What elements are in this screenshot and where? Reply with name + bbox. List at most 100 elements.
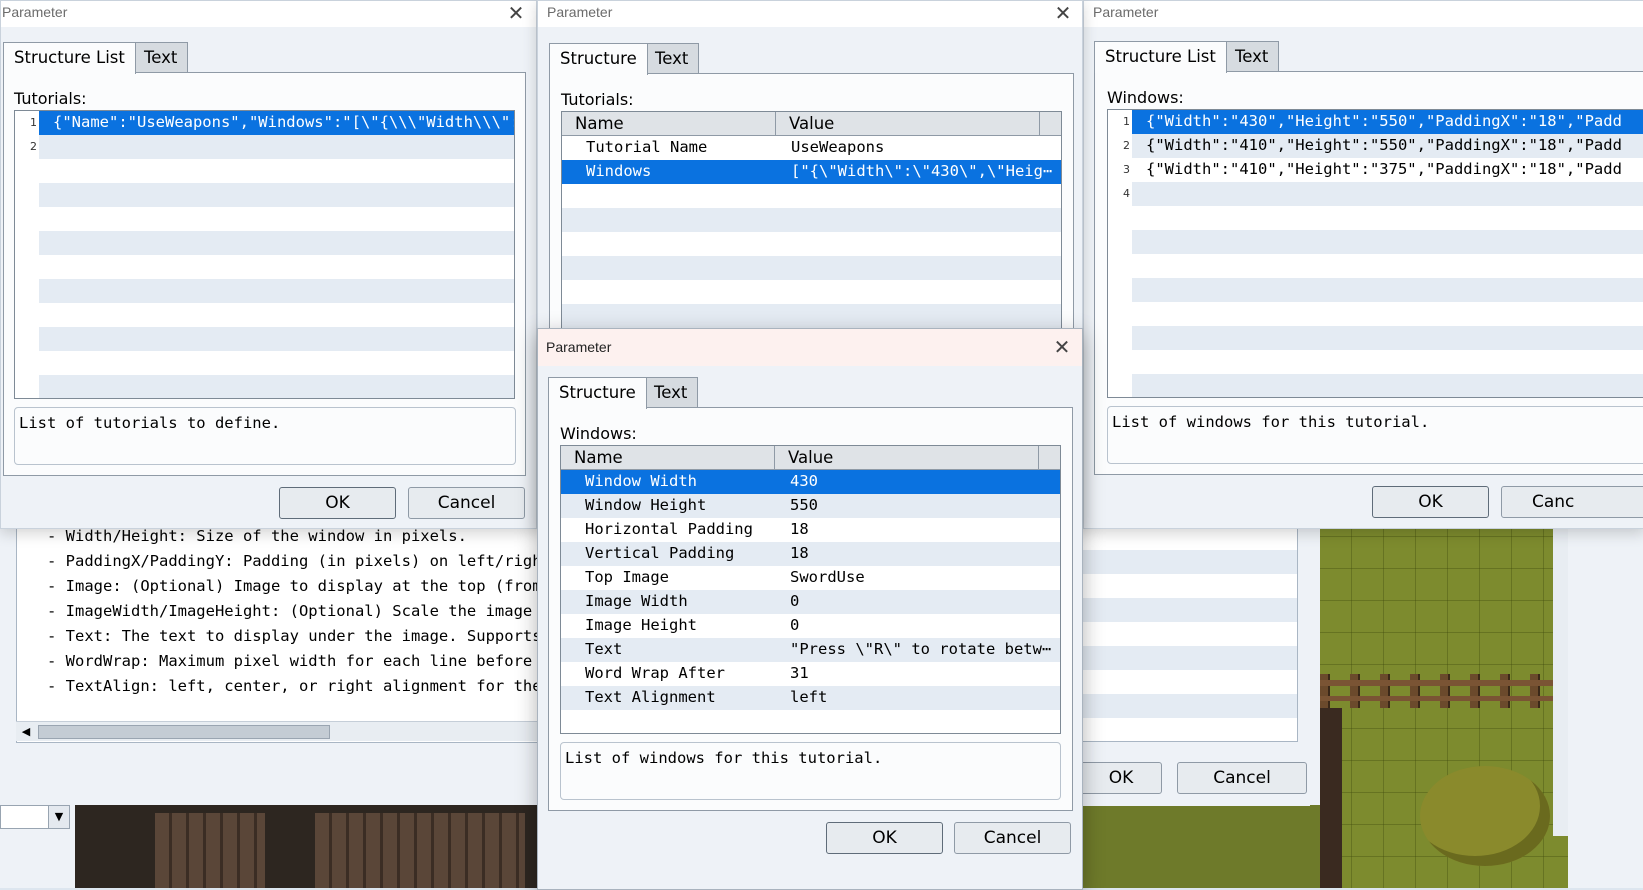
help-horizontal-scrollbar[interactable]: ◀ (16, 721, 556, 741)
list-item-empty[interactable] (1132, 302, 1643, 326)
tab-structure-list[interactable]: Structure List (1094, 41, 1227, 73)
table-row[interactable]: Vertical Padding 18 (561, 542, 1060, 566)
list-item-empty[interactable] (1132, 326, 1643, 350)
table-row[interactable]: Text "Press \"R\" to rotate betw⋯ (561, 638, 1060, 662)
ok-button[interactable]: OK (826, 822, 943, 854)
tab-text[interactable]: Text (644, 43, 700, 74)
list-item[interactable] (1132, 182, 1643, 206)
list-item-empty[interactable] (39, 183, 514, 207)
table-row[interactable]: Window Height 550 (561, 494, 1060, 518)
list-item-empty[interactable] (39, 255, 514, 279)
table-row[interactable]: Word Wrap After 31 (561, 662, 1060, 686)
tab-text[interactable]: Text (643, 377, 699, 408)
row-value: 31 (790, 664, 809, 682)
table-row-empty[interactable] (562, 304, 1061, 328)
list-item-empty[interactable] (39, 375, 514, 398)
background-cancel-button[interactable]: Cancel (1177, 762, 1307, 794)
window-fields-table[interactable]: Name Value Window Width 430 Window Heigh… (560, 445, 1061, 734)
table-row-empty[interactable] (562, 256, 1061, 280)
row-value: 0 (790, 616, 800, 634)
parameter-dialog-windows-list: Parameter Structure List Text Windows: {… (1083, 0, 1643, 529)
structure-panel: Windows: Name Value Window Width 430 Win… (548, 407, 1073, 811)
column-header-value[interactable]: Value (775, 446, 1039, 469)
plugin-help-text-area[interactable]: - Width/Height: Size of the window in pi… (16, 526, 558, 743)
list-item-empty[interactable] (39, 207, 514, 231)
column-header-name[interactable]: Name (562, 112, 776, 135)
tab-structure[interactable]: Structure (549, 43, 648, 75)
table-row[interactable]: Windows ["{\"Width\":\"430\",\"Heig⋯ (562, 160, 1061, 184)
table-row-empty[interactable] (561, 710, 1060, 733)
close-icon[interactable]: ✕ (1051, 1, 1075, 27)
windows-list[interactable]: {"Width":"430","Height":"550","PaddingX"… (1107, 109, 1643, 398)
table-row-empty[interactable] (562, 208, 1061, 232)
list-item[interactable]: {"Width":"430","Height":"550","PaddingX"… (1132, 110, 1643, 134)
description-text: List of tutorials to define. (19, 414, 281, 432)
table-row[interactable]: Image Height 0 (561, 614, 1060, 638)
table-row-empty[interactable] (562, 184, 1061, 208)
help-line: - Text: The text to display under the im… (47, 627, 558, 645)
background-list[interactable] (1080, 526, 1298, 742)
row-name: Vertical Padding (585, 544, 735, 562)
title-bar: Parameter ✕ (538, 1, 1082, 27)
cancel-button[interactable]: Cancel (408, 487, 525, 519)
map-vertical-scrollbar[interactable] (1553, 526, 1568, 836)
tab-structure[interactable]: Structure (548, 377, 647, 409)
list-item[interactable]: {"Width":"410","Height":"550","PaddingX"… (1132, 134, 1643, 158)
tab-text[interactable]: Text (133, 42, 189, 73)
table-row[interactable]: Text Alignment left (561, 686, 1060, 710)
list-label: Windows: (1107, 88, 1184, 107)
list-item[interactable] (39, 135, 514, 159)
list-item-empty[interactable] (39, 231, 514, 255)
list-item-empty[interactable] (39, 327, 514, 351)
list-item-empty[interactable] (1132, 278, 1643, 302)
list-item[interactable]: {"Width":"410","Height":"375","PaddingX"… (1132, 158, 1643, 182)
row-name: Window Width (585, 472, 697, 490)
help-line: - PaddingX/PaddingY: Padding (in pixels)… (47, 552, 558, 570)
ok-button[interactable]: OK (1372, 486, 1489, 518)
scroll-left-icon[interactable]: ◀ (18, 724, 34, 739)
column-header-value[interactable]: Value (776, 112, 1040, 135)
list-item-empty[interactable] (1132, 230, 1643, 254)
list-item-empty[interactable] (1132, 374, 1643, 397)
row-value: "Press \"R\" to rotate betw⋯ (790, 640, 1052, 658)
map-preview-strip (1080, 805, 1320, 888)
list-item-empty[interactable] (39, 351, 514, 375)
background-list-window: OK Cancel (1080, 526, 1310, 806)
table-row-empty[interactable] (562, 280, 1061, 304)
table-row[interactable]: Image Width 0 (561, 590, 1060, 614)
dialog-title: Parameter (546, 339, 612, 355)
close-icon[interactable]: ✕ (504, 1, 528, 27)
close-icon[interactable]: ✕ (1050, 335, 1074, 361)
tab-structure-list[interactable]: Structure List (3, 42, 136, 74)
scrollbar-thumb[interactable] (38, 725, 330, 739)
ok-button[interactable]: OK (279, 487, 396, 519)
list-item-empty[interactable] (39, 159, 514, 183)
list-item[interactable]: {"Name":"UseWeapons","Windows":"[\"{\\\"… (39, 111, 514, 135)
table-row[interactable]: Tutorial Name UseWeapons (562, 136, 1061, 160)
list-item-text: {"Width":"430","Height":"550","PaddingX"… (1146, 112, 1622, 130)
chevron-down-icon[interactable]: ▼ (48, 806, 69, 828)
list-item-empty[interactable] (1132, 350, 1643, 374)
list-item-text: {"Name":"UseWeapons","Windows":"[\"{\\\"… (53, 113, 515, 131)
table-header: Name Value (561, 446, 1060, 470)
list-item-empty[interactable] (39, 279, 514, 303)
dialog-title: Parameter (547, 4, 613, 20)
map-tree (1420, 766, 1550, 866)
row-value: ["{\"Width\":\"430\",\"Heig⋯ (791, 162, 1053, 180)
cancel-button[interactable]: Canc (1501, 486, 1643, 518)
tab-text[interactable]: Text (1224, 41, 1280, 72)
column-header-name[interactable]: Name (561, 446, 775, 469)
table-row[interactable]: Window Width 430 (561, 470, 1060, 494)
tutorials-list[interactable]: {"Name":"UseWeapons","Windows":"[\"{\\\"… (14, 110, 515, 399)
table-row[interactable]: Top Image SwordUse (561, 566, 1060, 590)
list-item-empty[interactable] (39, 303, 514, 327)
list-item-empty[interactable] (1132, 206, 1643, 230)
table-row[interactable]: Horizontal Padding 18 (561, 518, 1060, 542)
background-ok-button[interactable]: OK (1080, 762, 1162, 794)
cancel-button[interactable]: Cancel (954, 822, 1071, 854)
map-preview (1320, 526, 1568, 888)
table-row-empty[interactable] (562, 232, 1061, 256)
list-item-empty[interactable] (1132, 254, 1643, 278)
row-value: SwordUse (790, 568, 865, 586)
background-combo-box[interactable]: ▼ (0, 805, 70, 829)
